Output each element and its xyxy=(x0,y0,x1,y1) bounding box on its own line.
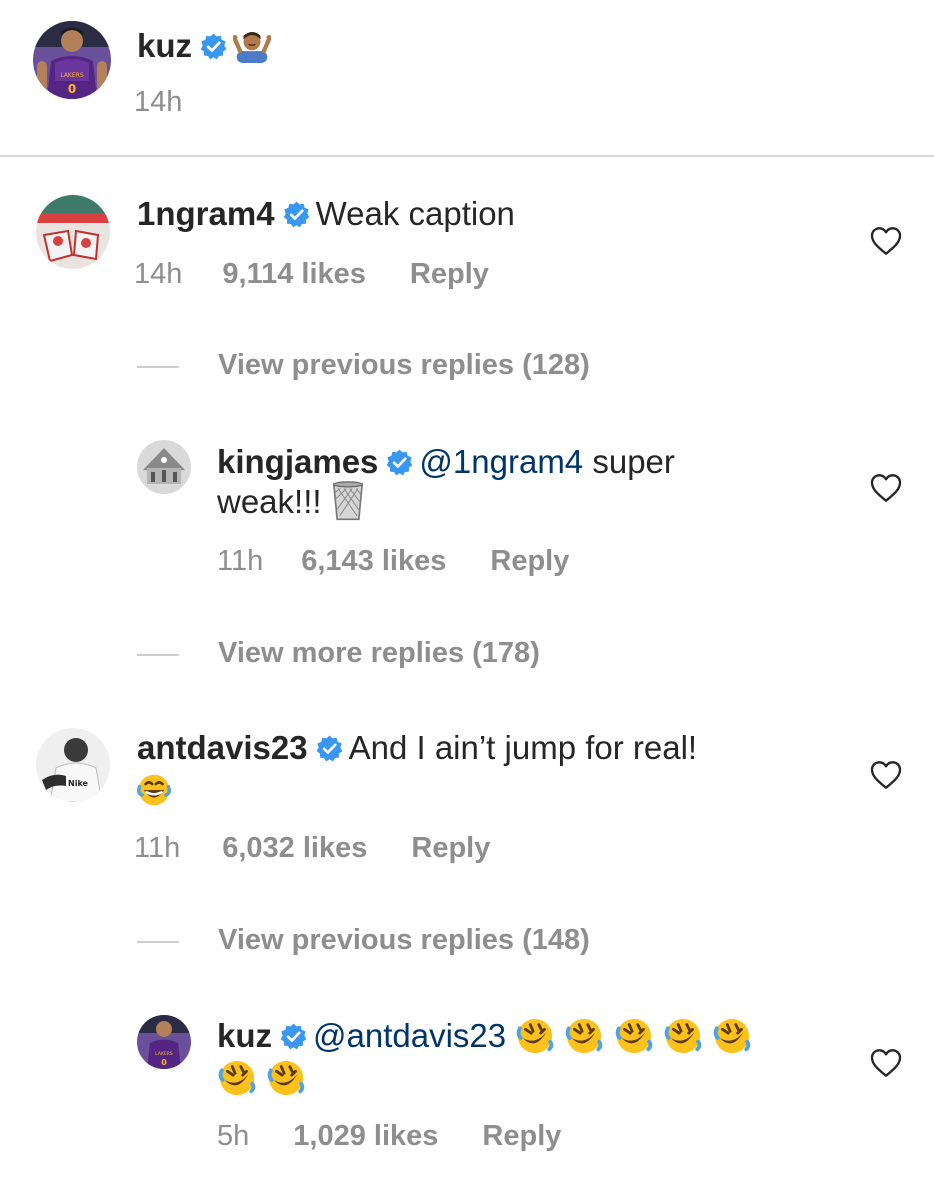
rolling-on-the-floor-laughing-emoji-icon xyxy=(217,1059,257,1097)
comment-likes[interactable]: 6,032 likes xyxy=(222,832,367,865)
like-heart-icon[interactable] xyxy=(870,760,902,790)
rolling-on-the-floor-laughing-emoji-icon xyxy=(663,1017,703,1055)
comment-text: And I ain’t jump for real! xyxy=(348,729,698,766)
face-with-tears-of-joy-emoji-icon xyxy=(137,773,171,807)
svg-text:0: 0 xyxy=(68,82,76,96)
reply-line-1: kingjames @1ngram4 super xyxy=(217,442,934,482)
wastebasket-emoji-icon xyxy=(331,481,365,521)
comment-username[interactable]: 1ngram4 xyxy=(137,195,275,232)
reply-username[interactable]: kingjames xyxy=(217,443,378,480)
reply-text-continued: weak!!! xyxy=(217,483,322,520)
reply-line-2: weak!!! xyxy=(217,481,934,522)
comment-meta: 14h 9,114 likes Reply xyxy=(134,258,489,291)
comment-timestamp: 11h xyxy=(134,832,181,864)
reply-avatar[interactable] xyxy=(137,440,191,494)
verified-badge-icon xyxy=(200,33,227,60)
person-shrugging-emoji-icon xyxy=(233,29,271,63)
comment-line-2 xyxy=(137,768,934,808)
reply-likes[interactable]: 1,029 likes xyxy=(293,1120,438,1153)
comment-username[interactable]: antdavis23 xyxy=(137,729,308,766)
like-heart-icon[interactable] xyxy=(870,1048,902,1078)
reply-line-2 xyxy=(217,1058,934,1098)
svg-text:LAKERS: LAKERS xyxy=(155,1051,173,1057)
svg-text:LAKERS: LAKERS xyxy=(60,72,83,79)
post-author-avatar[interactable]: LAKERS 0 xyxy=(33,21,111,99)
rolling-on-the-floor-laughing-emoji-icon xyxy=(266,1059,306,1097)
view-replies-line xyxy=(137,654,179,656)
view-replies-line xyxy=(137,941,179,943)
post-timestamp: 14h xyxy=(134,86,183,118)
mention-link[interactable]: @1ngram4 xyxy=(419,443,583,480)
reply-username[interactable]: kuz xyxy=(217,1017,272,1054)
reply-button[interactable]: Reply xyxy=(411,832,490,865)
mention-link[interactable]: @antdavis23 xyxy=(313,1017,506,1054)
reply-button[interactable]: Reply xyxy=(410,258,489,291)
reply-avatar[interactable]: LAKERS 0 xyxy=(137,1015,191,1069)
svg-text:Nike: Nike xyxy=(68,779,89,788)
comment-likes[interactable]: 9,114 likes xyxy=(222,258,366,291)
verified-badge-icon xyxy=(280,1023,307,1050)
reply-text: super xyxy=(592,443,675,480)
comment-timestamp: 14h xyxy=(134,258,183,290)
verified-badge-icon xyxy=(283,201,310,228)
like-heart-icon[interactable] xyxy=(870,226,902,256)
section-divider xyxy=(0,155,934,157)
comment-text: Weak caption xyxy=(315,195,515,232)
view-previous-replies-button[interactable]: View previous replies (148) xyxy=(218,924,590,957)
svg-text:0: 0 xyxy=(161,1058,167,1067)
rolling-on-the-floor-laughing-emoji-icon xyxy=(712,1017,752,1055)
comment-line: antdavis23 And I ain’t jump for real! xyxy=(137,728,934,768)
post-caption-line: kuz xyxy=(137,26,934,66)
reply-meta: 11h 6,143 likes Reply xyxy=(217,545,569,578)
rolling-on-the-floor-laughing-emoji-icon xyxy=(515,1017,555,1055)
view-more-replies-button[interactable]: View more replies (178) xyxy=(218,637,540,670)
like-heart-icon[interactable] xyxy=(870,473,902,503)
view-replies-line xyxy=(137,366,179,368)
reply-meta: 5h 1,029 likes Reply xyxy=(217,1120,561,1153)
reply-button[interactable]: Reply xyxy=(482,1120,561,1153)
verified-badge-icon xyxy=(386,449,413,476)
rolling-on-the-floor-laughing-emoji-icon xyxy=(564,1017,604,1055)
comment-line: 1ngram4 Weak caption xyxy=(137,194,934,234)
verified-badge-icon xyxy=(316,735,343,762)
comment-avatar[interactable]: Nike xyxy=(36,728,110,802)
comment-meta: 11h 6,032 likes Reply xyxy=(134,832,490,865)
reply-timestamp: 11h xyxy=(217,545,264,577)
comment-avatar[interactable] xyxy=(36,195,110,269)
post-author-username[interactable]: kuz xyxy=(137,27,192,64)
reply-button[interactable]: Reply xyxy=(490,545,569,578)
reply-timestamp: 5h xyxy=(217,1120,250,1152)
rolling-on-the-floor-laughing-emoji-icon xyxy=(614,1017,654,1055)
view-previous-replies-button[interactable]: View previous replies (128) xyxy=(218,349,590,382)
reply-line-1: kuz @antdavis23 xyxy=(217,1016,934,1056)
reply-likes[interactable]: 6,143 likes xyxy=(301,545,446,578)
